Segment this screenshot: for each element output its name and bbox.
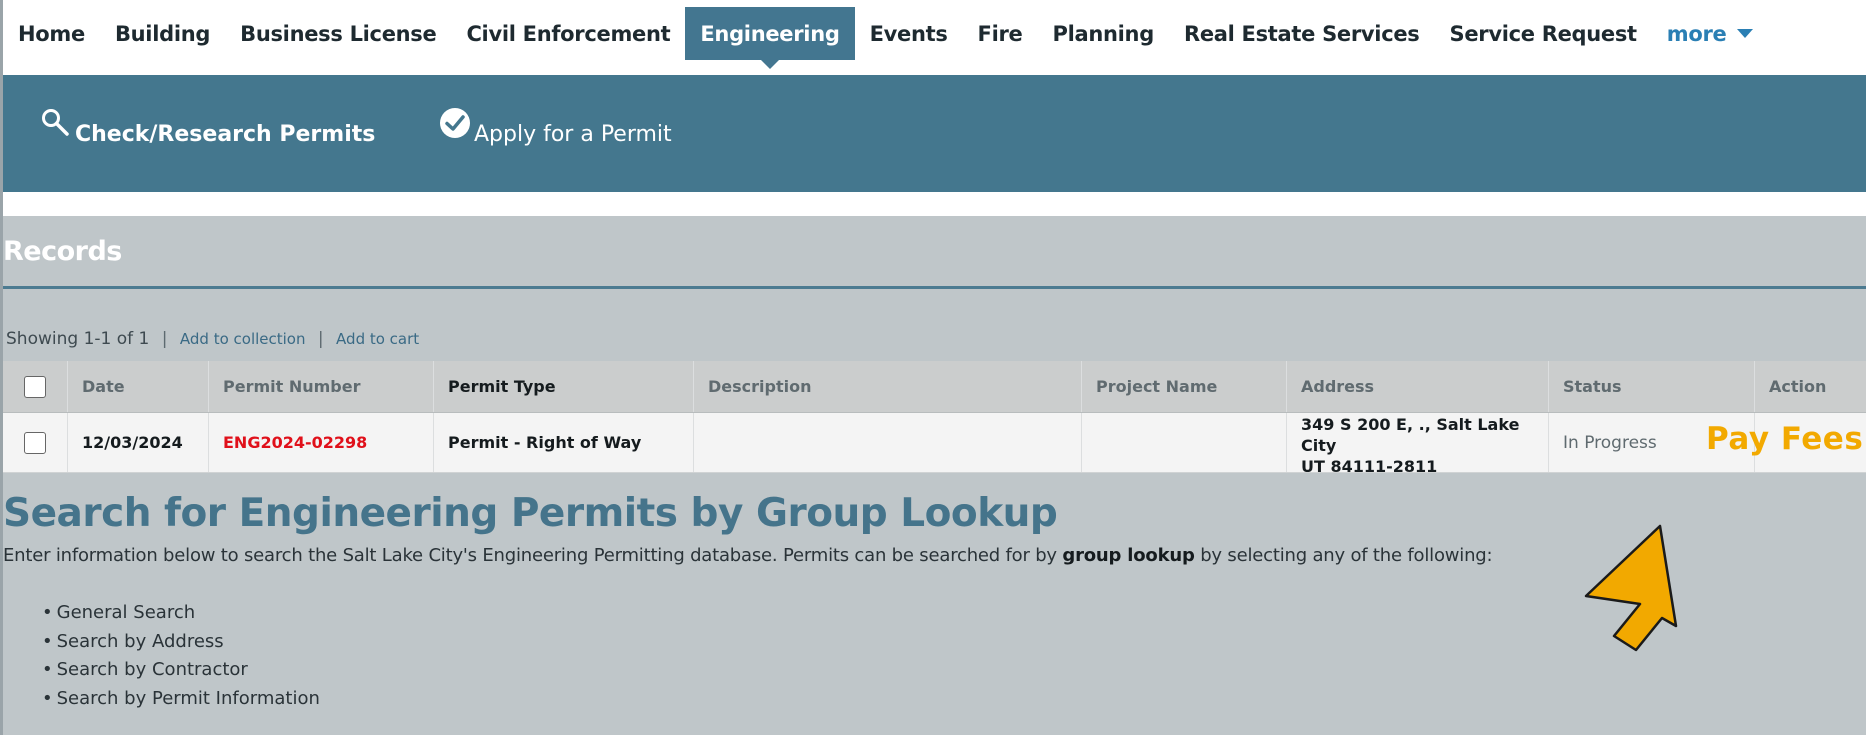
select-all-cell xyxy=(3,361,68,412)
tab-engineering[interactable]: Engineering xyxy=(685,7,855,69)
showing-count: Showing 1-1 of 1 xyxy=(6,329,150,349)
pointer-arrow-icon xyxy=(1584,524,1678,652)
row-permit-number-link[interactable]: ENG2024-02298 xyxy=(209,413,434,472)
records-toolbar: Showing 1-1 of 1 | Add to collection | A… xyxy=(6,329,419,349)
select-all-checkbox[interactable] xyxy=(24,375,46,398)
row-permit-type: Permit - Right of Way xyxy=(434,413,694,472)
desc-text-1: Enter information below to search the Sa… xyxy=(3,545,1063,566)
column-header-permit-number[interactable]: Permit Number xyxy=(209,361,434,412)
row-description xyxy=(694,413,1082,472)
column-header-action: Action xyxy=(1769,377,1827,396)
tab-real-estate-services[interactable]: Real Estate Services xyxy=(1169,7,1435,60)
pay-fees-link[interactable]: Pay Fees xyxy=(1706,421,1863,457)
tab-planning[interactable]: Planning xyxy=(1038,7,1169,60)
column-header-address[interactable]: Address xyxy=(1287,361,1549,412)
search-description: Enter information below to search the Sa… xyxy=(3,545,1493,566)
records-divider xyxy=(3,286,1866,289)
tab-fire[interactable]: Fire xyxy=(963,7,1038,60)
apply-for-permit-label: Apply for a Permit xyxy=(474,122,672,147)
desc-bold: group lookup xyxy=(1062,545,1195,566)
tab-business-license[interactable]: Business License xyxy=(225,7,451,60)
action-band: Check/Research Permits Apply for a Permi… xyxy=(3,75,1866,192)
list-item: • General Search xyxy=(42,602,320,631)
list-item: • Search by Permit Information xyxy=(42,688,320,717)
check-research-permits-label: Check/Research Permits xyxy=(75,122,376,147)
row-date: 12/03/2024 xyxy=(68,413,209,472)
table-header: Date Permit Number Permit Type Descripti… xyxy=(3,361,1866,413)
row-checkbox[interactable] xyxy=(24,431,46,454)
separator: | xyxy=(317,329,324,349)
separator: | xyxy=(161,329,168,349)
tab-building[interactable]: Building xyxy=(100,7,225,60)
bullet-icon: • xyxy=(42,630,53,652)
list-item: • Search by Contractor xyxy=(42,659,320,688)
address-line-2: UT 84111-2811 xyxy=(1301,457,1438,476)
add-to-collection-link[interactable]: Add to collection xyxy=(180,330,306,348)
search-options-list: • General Search • Search by Address • Sear… xyxy=(42,602,320,716)
bullet-icon: • xyxy=(42,602,53,623)
search-heading: Search for Engineering Permits by Group … xyxy=(3,491,1058,536)
column-header-permit-type[interactable]: Permit Type xyxy=(434,361,694,412)
tab-civil-enforcement[interactable]: Civil Enforcement xyxy=(451,7,685,60)
tab-events[interactable]: Events xyxy=(855,7,963,60)
tab-home[interactable]: Home xyxy=(3,7,100,60)
bullet-icon: • xyxy=(42,659,53,680)
table-row: 12/03/2024 ENG2024-02298 Permit - Right … xyxy=(3,413,1866,476)
row-select-cell xyxy=(3,413,68,472)
add-to-cart-link[interactable]: Add to cart xyxy=(336,330,419,348)
list-item-label: Search by Permit Information xyxy=(56,687,320,709)
search-icon xyxy=(42,109,69,136)
list-item-label: General Search xyxy=(56,602,196,623)
more-label: more xyxy=(1666,21,1727,46)
list-item: • Search by Address xyxy=(42,631,320,660)
column-header-description[interactable]: Description xyxy=(694,361,1082,412)
check-research-permits-link[interactable]: Check/Research Permits xyxy=(40,109,376,147)
records-table: Date Permit Number Permit Type Descripti… xyxy=(3,361,1866,476)
column-header-status[interactable]: Status xyxy=(1549,361,1755,412)
row-address: 349 S 200 E, ., Salt Lake City UT 84111-… xyxy=(1287,413,1549,476)
records-heading: Records xyxy=(3,236,122,267)
desc-text-2: by selecting any of the following: xyxy=(1194,545,1493,566)
top-navigation: Home Building Business License Civil Enf… xyxy=(0,0,1866,75)
address-line-1: 349 S 200 E, ., Salt Lake City xyxy=(1301,415,1520,455)
caret-down-icon xyxy=(1736,29,1753,38)
list-item-label: Search by Contractor xyxy=(56,659,248,680)
apply-for-permit-link[interactable]: Apply for a Permit xyxy=(439,108,672,147)
column-header-date[interactable]: Date xyxy=(68,361,209,412)
divider-strip xyxy=(3,192,1866,216)
tab-service-request[interactable]: Service Request xyxy=(1435,7,1652,60)
column-header-project-name[interactable]: Project Name xyxy=(1082,361,1287,412)
row-address-text: 349 S 200 E, ., Salt Lake City UT 84111-… xyxy=(1301,408,1548,477)
tab-more[interactable]: more xyxy=(1652,7,1768,60)
check-circle-icon xyxy=(440,108,470,138)
row-project-name xyxy=(1082,413,1287,472)
bullet-icon: • xyxy=(42,687,53,709)
list-item-label: Search by Address xyxy=(56,630,224,652)
